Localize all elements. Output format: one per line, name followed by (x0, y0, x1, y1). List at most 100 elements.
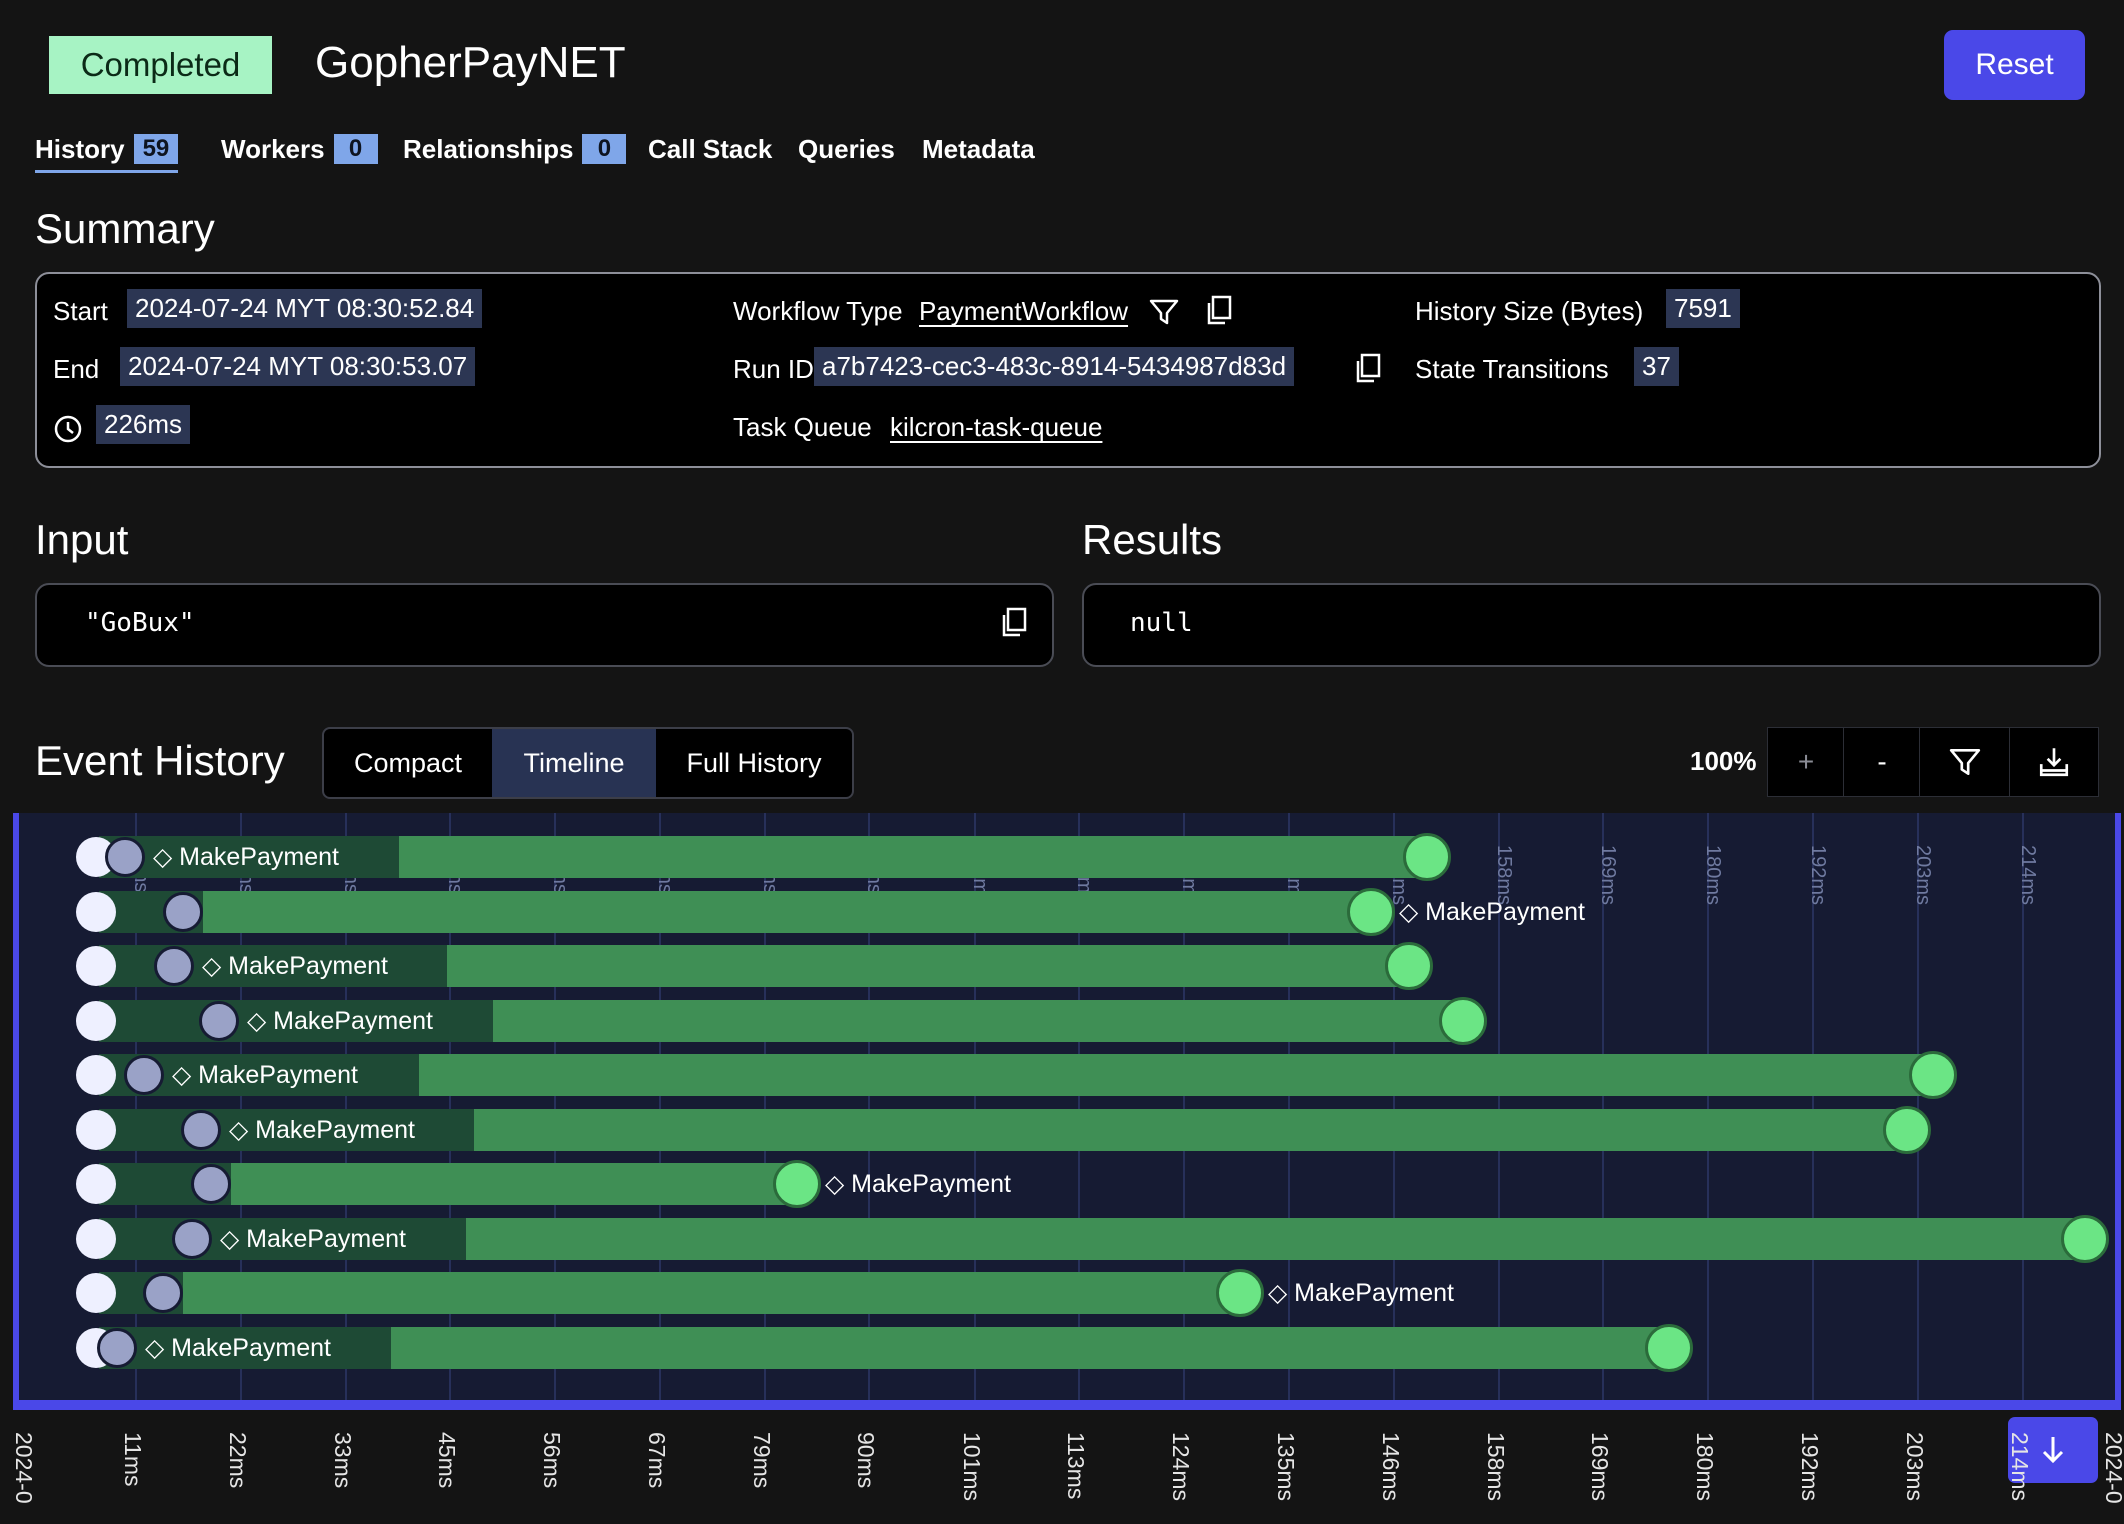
task-queue-link[interactable]: kilcron-task-queue (890, 412, 1102, 443)
axis-tick-label: 169ms (1587, 1432, 1613, 1502)
workflow-type-link[interactable]: PaymentWorkflow (919, 296, 1128, 327)
activity-duration-bar[interactable] (183, 1272, 1240, 1314)
event-scheduled-marker[interactable] (154, 946, 194, 986)
event-scheduled-marker[interactable] (105, 837, 145, 877)
event-scheduled-marker[interactable] (124, 1055, 164, 1095)
axis-tick-label: 90ms (853, 1432, 879, 1489)
event-start-marker[interactable] (76, 1109, 116, 1150)
event-scheduled-marker[interactable] (97, 1327, 137, 1368)
event-scheduled-marker[interactable] (172, 1218, 212, 1259)
tab-relationships[interactable]: Relationships 0 (403, 132, 627, 166)
activity-label[interactable]: ◇ MakePayment (247, 1006, 433, 1036)
event-completed-marker[interactable] (1645, 1323, 1693, 1372)
tab-call-stack[interactable]: Call Stack (648, 132, 772, 166)
activity-label[interactable]: ◇ MakePayment (202, 951, 388, 981)
activity-label[interactable]: ◇ MakePayment (153, 842, 339, 872)
axis-tick-label: 45ms (434, 1432, 460, 1489)
activity-duration-bar[interactable] (493, 999, 1463, 1042)
tab-history[interactable]: History 59 (35, 132, 179, 173)
state-transitions-value: 37 (1634, 347, 1679, 386)
timeline-inner-tick-label: 192ms (1807, 845, 1829, 906)
activity-duration-bar[interactable] (399, 836, 1427, 878)
timeline-view-button[interactable]: Timeline (492, 729, 656, 797)
activity-label[interactable]: ◇ MakePayment (229, 1115, 415, 1145)
input-value: "GoBux" (85, 608, 195, 638)
event-start-marker[interactable] (76, 891, 116, 932)
axis-tick-label: 67ms (644, 1432, 670, 1489)
view-switcher: Compact Timeline Full History (322, 727, 854, 799)
download-button[interactable] (2009, 727, 2099, 797)
page-title: GopherPayNET (315, 38, 626, 87)
tab-workers[interactable]: Workers 0 (221, 132, 378, 166)
timeline-inner-tick-label: 203ms (1912, 845, 1934, 906)
event-scheduled-marker[interactable] (199, 1000, 239, 1041)
event-completed-marker[interactable] (1909, 1051, 1957, 1099)
timeline-canvas[interactable]: 11ms22ms33ms45ms56ms67ms79ms90ms101ms113… (13, 813, 2121, 1410)
activity-duration-bar[interactable] (466, 1217, 2085, 1260)
axis-tick-label: 124ms (1168, 1432, 1194, 1502)
event-start-marker[interactable] (76, 1055, 116, 1095)
results-heading: Results (1082, 516, 1223, 563)
event-start-marker[interactable] (76, 1000, 116, 1041)
event-start-marker[interactable] (76, 1164, 116, 1204)
axis-tick-label: 101ms (959, 1432, 985, 1502)
download-icon (2039, 748, 2069, 777)
activity-duration-bar[interactable] (231, 1163, 797, 1205)
event-start-marker[interactable] (76, 1273, 116, 1313)
activity-label[interactable]: ◇ MakePayment (1268, 1278, 1454, 1308)
end-label: End (53, 354, 100, 384)
event-completed-marker[interactable] (1403, 833, 1451, 881)
timeline-inner-tick-label: 214ms (2017, 845, 2039, 906)
activity-duration-bar[interactable] (447, 945, 1409, 987)
activity-label[interactable]: ◇ MakePayment (172, 1060, 358, 1090)
activity-duration-bar[interactable] (391, 1326, 1669, 1369)
event-completed-marker[interactable] (1216, 1269, 1264, 1317)
results-panel (1082, 583, 2101, 667)
copy-icon[interactable] (1204, 294, 1234, 326)
copy-icon[interactable] (1353, 352, 1383, 384)
activity-label[interactable]: ◇ MakePayment (220, 1224, 406, 1254)
results-value: null (1130, 608, 1193, 638)
event-scheduled-marker[interactable] (191, 1164, 231, 1204)
axis-start-label: 2024-0 (11, 1432, 37, 1504)
clock-icon (53, 414, 83, 444)
event-scheduled-marker[interactable] (181, 1109, 221, 1150)
event-start-marker[interactable] (76, 946, 116, 986)
zoom-in-button[interactable]: + (1767, 727, 1845, 797)
activity-duration-bar[interactable] (203, 890, 1371, 933)
end-value: 2024-07-24 MYT 08:30:53.07 (120, 347, 476, 386)
event-completed-marker[interactable] (2061, 1214, 2109, 1263)
axis-tick-label: 79ms (749, 1432, 775, 1489)
event-completed-marker[interactable] (1439, 996, 1487, 1045)
tab-metadata[interactable]: Metadata (922, 132, 1035, 166)
event-completed-marker[interactable] (1883, 1105, 1931, 1154)
axis-tick-label: 135ms (1273, 1432, 1299, 1502)
workflow-type-label: Workflow Type (733, 296, 903, 326)
zoom-out-button[interactable]: - (1843, 727, 1921, 797)
reset-button[interactable]: Reset (1944, 30, 2085, 100)
filter-button[interactable] (1919, 727, 2011, 797)
axis-tick-label: 146ms (1378, 1432, 1404, 1502)
axis-tick-label: 203ms (1902, 1432, 1928, 1502)
filter-icon[interactable] (1148, 296, 1180, 328)
activity-label[interactable]: ◇ MakePayment (145, 1333, 331, 1363)
tab-queries[interactable]: Queries (798, 132, 895, 166)
event-start-marker[interactable] (76, 1218, 116, 1259)
arrow-down-icon (2042, 1437, 2064, 1464)
copy-icon[interactable] (999, 606, 1029, 638)
axis-tick-label: 214ms (2007, 1432, 2033, 1502)
event-scheduled-marker[interactable] (163, 891, 203, 932)
run-id-label: Run ID (733, 354, 814, 384)
event-completed-marker[interactable] (1385, 942, 1433, 990)
tab-label: Relationships (403, 133, 574, 164)
activity-label[interactable]: ◇ MakePayment (1399, 897, 1585, 927)
full-history-view-button[interactable]: Full History (656, 729, 852, 797)
event-completed-marker[interactable] (1347, 887, 1395, 936)
compact-view-button[interactable]: Compact (324, 729, 492, 797)
count-badge: 0 (333, 134, 378, 164)
event-scheduled-marker[interactable] (143, 1273, 183, 1313)
activity-duration-bar[interactable] (419, 1054, 1933, 1096)
event-completed-marker[interactable] (773, 1160, 821, 1208)
activity-duration-bar[interactable] (474, 1108, 1907, 1151)
activity-label[interactable]: ◇ MakePayment (825, 1169, 1011, 1199)
